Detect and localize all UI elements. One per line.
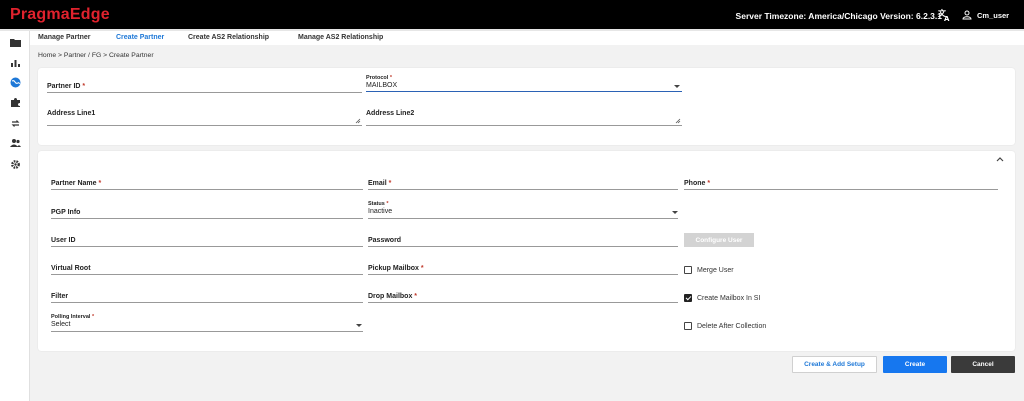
- address-line1-input[interactable]: [47, 125, 362, 126]
- svg-text:A: A: [944, 15, 950, 22]
- drop-mailbox-input[interactable]: [368, 302, 678, 303]
- sub-navigation: Manage Partner Create Partner Create AS2…: [30, 31, 1024, 45]
- checkbox-unchecked[interactable]: [684, 322, 692, 330]
- partner-name-label: Partner Name *: [51, 180, 102, 187]
- partner-details-card: Partner Name * Email * Phone * PGP Info …: [38, 151, 1015, 351]
- delete-after-collection-checkbox[interactable]: Delete After Collection: [684, 322, 766, 330]
- status-label: Status *: [368, 201, 389, 207]
- resize-handle-icon[interactable]: [675, 118, 681, 124]
- sidebar: [0, 31, 30, 401]
- breadcrumb: Home > Partner / FG > Create Partner: [38, 52, 154, 59]
- bar-chart-icon[interactable]: [9, 56, 21, 68]
- pickup-mailbox-input[interactable]: [368, 274, 678, 275]
- top-bar: PragmaEdge Server Timezone: America/Chic…: [0, 0, 1024, 31]
- email-input[interactable]: [368, 189, 678, 190]
- user-id-label: User ID: [51, 237, 76, 244]
- polling-interval-value: Select: [51, 321, 71, 328]
- filter-label: Filter: [51, 293, 69, 300]
- partner-id-label: Partner ID *: [47, 83, 86, 90]
- checkbox-checked[interactable]: [684, 294, 692, 302]
- pgp-info-label: PGP Info: [51, 209, 81, 216]
- status-select[interactable]: [368, 218, 678, 219]
- virtual-root-label: Virtual Root: [51, 265, 91, 272]
- polling-interval-label: Polling Interval *: [51, 314, 95, 320]
- chevron-up-icon[interactable]: [996, 156, 1004, 162]
- tab-manage-as2-relationship[interactable]: Manage AS2 Relationship: [298, 34, 383, 41]
- address-line2-input[interactable]: [366, 125, 682, 126]
- chevron-down-icon[interactable]: [672, 211, 678, 214]
- server-info: Server Timezone: America/Chicago Version…: [735, 11, 942, 21]
- gear-icon[interactable]: [9, 158, 21, 170]
- tab-manage-partner[interactable]: Manage Partner: [38, 34, 91, 41]
- create-mailbox-label: Create Mailbox In SI: [697, 294, 761, 302]
- users-icon[interactable]: [9, 137, 21, 149]
- checkbox-unchecked[interactable]: [684, 266, 692, 274]
- virtual-root-input[interactable]: [51, 274, 363, 275]
- create-and-add-setup-button[interactable]: Create & Add Setup: [792, 356, 877, 373]
- puzzle-icon[interactable]: [9, 96, 21, 108]
- globe-icon[interactable]: [9, 76, 21, 88]
- create-button[interactable]: Create: [883, 356, 947, 373]
- partner-id-input[interactable]: [47, 92, 362, 93]
- password-input[interactable]: [368, 246, 678, 247]
- phone-label: Phone *: [684, 180, 711, 187]
- protocol-label: Protocol *: [366, 75, 392, 81]
- filter-input[interactable]: [51, 302, 363, 303]
- drop-mailbox-label: Drop Mailbox *: [368, 293, 418, 300]
- resize-handle-icon[interactable]: [355, 118, 361, 124]
- protocol-value: MAILBOX: [366, 82, 398, 89]
- password-label: Password: [368, 237, 402, 244]
- pickup-mailbox-label: Pickup Mailbox *: [368, 265, 424, 272]
- tab-create-partner[interactable]: Create Partner: [116, 34, 164, 41]
- partner-basic-card: Partner ID * Protocol * MAILBOX Address …: [38, 68, 1015, 145]
- protocol-select[interactable]: [366, 91, 682, 92]
- create-mailbox-checkbox[interactable]: Create Mailbox In SI: [684, 294, 760, 302]
- chevron-down-icon[interactable]: [674, 85, 680, 88]
- merge-user-label: Merge User: [697, 266, 734, 274]
- partner-name-input[interactable]: [51, 189, 363, 190]
- user-menu[interactable]: Cm_user: [962, 10, 1009, 20]
- address-line1-label: Address Line1: [47, 110, 96, 117]
- user-icon: [962, 10, 972, 20]
- pgp-info-input[interactable]: [51, 218, 363, 219]
- brand-logo[interactable]: PragmaEdge: [10, 6, 110, 24]
- configure-user-button[interactable]: Configure User: [684, 233, 754, 247]
- email-label: Email *: [368, 180, 392, 187]
- merge-user-checkbox[interactable]: Merge User: [684, 266, 734, 274]
- user-id-input[interactable]: [51, 246, 363, 247]
- chevron-down-icon[interactable]: [356, 324, 362, 327]
- translate-icon[interactable]: 文 A: [938, 8, 952, 23]
- main-content: Home > Partner / FG > Create Partner Par…: [30, 45, 1024, 401]
- status-value: Inactive: [368, 208, 393, 215]
- delete-after-collection-label: Delete After Collection: [697, 322, 767, 330]
- phone-input[interactable]: [684, 189, 998, 190]
- folder-icon[interactable]: [9, 36, 21, 48]
- tab-create-as2-relationship[interactable]: Create AS2 Relationship: [188, 34, 269, 41]
- cancel-button[interactable]: Cancel: [951, 356, 1015, 373]
- polling-interval-select[interactable]: [51, 331, 363, 332]
- sync-icon[interactable]: [9, 117, 21, 129]
- user-name: Cm_user: [977, 10, 1010, 20]
- address-line2-label: Address Line2: [366, 110, 415, 117]
- app-window: PragmaEdge Server Timezone: America/Chic…: [0, 0, 1024, 401]
